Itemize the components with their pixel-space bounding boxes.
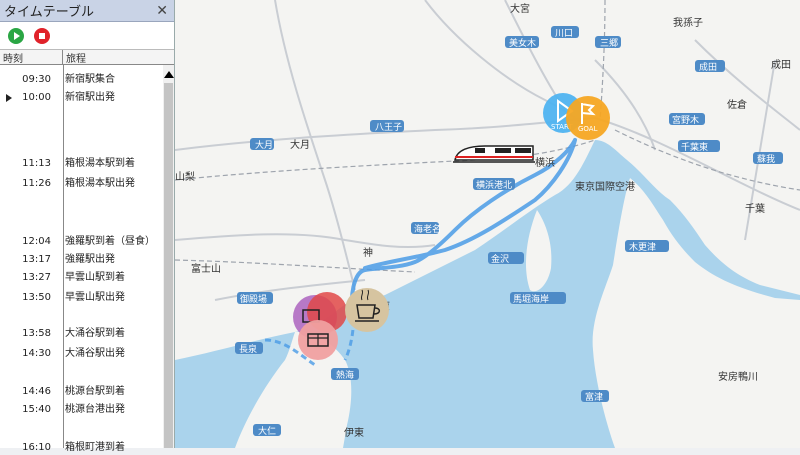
svg-text:熱海: 熱海 xyxy=(336,369,354,381)
timetable-row[interactable]: 15:40 桃源台港出発 xyxy=(0,403,163,417)
scrollbar[interactable] xyxy=(163,65,174,448)
play-icon xyxy=(14,31,20,40)
row-time: 16:10 xyxy=(22,442,51,453)
row-event: 桃源台駅到着 xyxy=(65,386,125,397)
panel-toolbar xyxy=(0,22,174,50)
svg-text:蘇我: 蘇我 xyxy=(757,153,775,165)
svg-text:我孫子: 我孫子 xyxy=(673,17,703,29)
row-time: 14:46 xyxy=(22,386,51,397)
svg-text:安房鴨川: 安房鴨川 xyxy=(718,370,758,383)
row-event: 新宿駅出発 xyxy=(65,92,115,103)
svg-text:大宮: 大宮 xyxy=(510,2,530,15)
timetable-row[interactable]: 16:10 箱根町港到着 xyxy=(0,441,163,455)
svg-text:大月: 大月 xyxy=(290,138,310,151)
panel-titlebar: タイムテーブル ✕ xyxy=(0,0,174,22)
row-event: 新宿駅集合 xyxy=(65,74,115,85)
row-time: 15:40 xyxy=(22,404,51,415)
row-time: 09:30 xyxy=(22,74,51,85)
timetable-row[interactable]: 11:26 箱根湯本駅出発 xyxy=(0,177,163,191)
svg-text:千葉: 千葉 xyxy=(745,202,765,215)
timetable-row[interactable]: 13:50 早雲山駅出発 xyxy=(0,291,163,305)
train-icon xyxy=(453,145,535,163)
row-event: 強羅駅到着（昼食） xyxy=(65,236,155,247)
svg-text:富士山: 富士山 xyxy=(191,262,221,275)
row-event: 大涌谷駅出発 xyxy=(65,348,125,359)
timetable-rows: 09:30 新宿駅集合 10:00 新宿駅出発 11:13 箱根湯本駅到着 11:26 箱根湯… xyxy=(0,65,163,453)
row-time: 14:30 xyxy=(22,348,51,359)
row-time: 13:58 xyxy=(22,328,51,339)
row-event: 箱根湯本駅到着 xyxy=(65,158,135,169)
svg-text:馬堀海岸: 馬堀海岸 xyxy=(513,293,549,305)
timetable-row[interactable]: 10:00 新宿駅出発 xyxy=(0,91,163,105)
svg-text:成田: 成田 xyxy=(699,61,717,73)
row-time: 11:13 xyxy=(22,158,51,169)
row-event: 早雲山駅到着 xyxy=(65,272,125,283)
gift-marker[interactable] xyxy=(298,320,338,360)
route-map[interactable]: 大宮 我孫子 成田 佐倉 山梨 富士山 千葉 横浜 神 安房鴨川 伊東 小田原 … xyxy=(175,0,800,448)
row-event: 箱根湯本駅出発 xyxy=(65,178,135,189)
col-time-header: 時刻 xyxy=(0,50,63,65)
svg-text:神: 神 xyxy=(363,246,373,259)
stop-icon xyxy=(39,32,45,39)
svg-text:大仁: 大仁 xyxy=(258,425,276,437)
panel-title: タイムテーブル xyxy=(4,5,94,20)
svg-text:美女木: 美女木 xyxy=(509,37,536,49)
row-event: 箱根町港到着 xyxy=(65,442,125,453)
timetable-row[interactable]: 09:30 新宿駅集合 xyxy=(0,73,163,87)
timetable-row[interactable]: 13:17 強羅駅出発 xyxy=(0,253,163,267)
row-event: 早雲山駅出発 xyxy=(65,292,125,303)
row-time: 13:27 xyxy=(22,272,51,283)
timetable-row[interactable]: 12:04 強羅駅到着（昼食） xyxy=(0,235,163,249)
timetable-row[interactable]: 13:27 早雲山駅到着 xyxy=(0,271,163,285)
row-time: 13:50 xyxy=(22,292,51,303)
scrollbar-thumb[interactable] xyxy=(164,83,173,448)
goal-marker[interactable]: GOAL xyxy=(566,96,610,140)
row-time: 13:17 xyxy=(22,254,51,265)
svg-text:横浜: 横浜 xyxy=(535,156,555,169)
current-row-marker xyxy=(6,94,12,102)
stop-button[interactable] xyxy=(34,27,50,44)
timetable-row[interactable]: 14:30 大涌谷駅出発 xyxy=(0,347,163,361)
svg-text:成田: 成田 xyxy=(771,59,791,71)
svg-text:長泉: 長泉 xyxy=(239,343,257,355)
row-time: 12:04 xyxy=(22,236,51,247)
svg-text:伊東: 伊東 xyxy=(344,426,364,439)
row-event: 強羅駅出発 xyxy=(65,254,115,265)
row-time: 11:26 xyxy=(22,178,51,189)
close-icon[interactable]: ✕ xyxy=(156,3,168,19)
row-event: 桃源台港出発 xyxy=(65,404,125,415)
col-itinerary-header: 旅程 xyxy=(66,54,86,65)
svg-text:八王子: 八王子 xyxy=(375,122,402,133)
timetable-row[interactable]: 13:58 大涌谷駅到着 xyxy=(0,327,163,341)
row-event: 大涌谷駅到着 xyxy=(65,328,125,339)
svg-text:宮野木: 宮野木 xyxy=(672,114,699,126)
svg-text:御殿場: 御殿場 xyxy=(240,293,267,305)
table-header: 時刻 旅程 xyxy=(0,50,174,65)
svg-text:大月: 大月 xyxy=(255,139,273,151)
svg-text:GOAL: GOAL xyxy=(578,125,598,133)
svg-text:海老名: 海老名 xyxy=(414,223,441,235)
svg-text:木更津: 木更津 xyxy=(629,241,656,253)
timetable-row[interactable]: 11:13 箱根湯本駅到着 xyxy=(0,157,163,171)
timetable-row[interactable]: 14:46 桃源台駅到着 xyxy=(0,385,163,399)
svg-text:横浜港北: 横浜港北 xyxy=(476,179,512,191)
svg-text:佐倉: 佐倉 xyxy=(727,98,747,111)
lunch-cafe-marker[interactable] xyxy=(345,288,389,332)
svg-text:千葉東: 千葉東 xyxy=(681,141,708,153)
play-button[interactable] xyxy=(8,27,24,44)
svg-text:東京国際空港: 東京国際空港 xyxy=(575,180,635,193)
svg-text:三郷: 三郷 xyxy=(600,38,618,49)
svg-text:川口: 川口 xyxy=(555,29,573,39)
svg-text:富津: 富津 xyxy=(585,391,603,403)
svg-text:金沢: 金沢 xyxy=(491,253,509,265)
scroll-up-arrow[interactable] xyxy=(163,71,174,78)
svg-text:山梨: 山梨 xyxy=(175,170,195,183)
